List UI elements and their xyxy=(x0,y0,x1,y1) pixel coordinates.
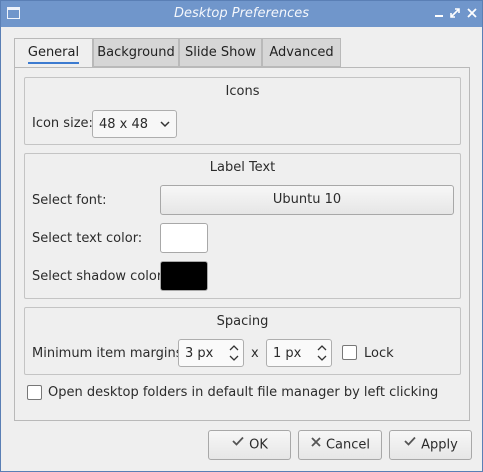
tab-advanced[interactable]: Advanced xyxy=(262,38,341,67)
spacing-group-title: Spacing xyxy=(216,314,269,329)
window-title: Desktop Preferences xyxy=(173,6,309,21)
tab-general[interactable]: General xyxy=(14,38,93,69)
general-tab-panel: Icons Icon size: 48 x 48 Label Text Sele… xyxy=(14,67,470,421)
icons-group: Icons Icon size: 48 x 48 xyxy=(24,77,461,145)
cancel-x-icon xyxy=(310,431,322,459)
icons-group-title: Icons xyxy=(225,84,260,99)
ok-button[interactable]: OK xyxy=(208,430,291,460)
margin-y-value: 1 px xyxy=(273,346,302,361)
select-shadow-color-label: Select shadow color: xyxy=(32,269,167,284)
ok-label: OK xyxy=(249,437,268,453)
spin-arrows-icon[interactable] xyxy=(315,342,329,368)
apply-label: Apply xyxy=(421,437,458,453)
lock-label: Lock xyxy=(364,346,394,361)
spacing-group: Spacing Minimum item margins: 3 px x 1 p… xyxy=(24,307,461,375)
select-font-label: Select font: xyxy=(32,193,107,208)
text-color-button[interactable] xyxy=(160,223,208,253)
cancel-button[interactable]: Cancel xyxy=(298,430,382,460)
margin-x-spinbox[interactable]: 3 px xyxy=(178,339,244,367)
lock-checkbox[interactable] xyxy=(342,345,357,360)
restore-icon[interactable] xyxy=(447,5,463,21)
tab-advanced-label: Advanced xyxy=(269,45,334,60)
open-folders-checkbox[interactable] xyxy=(27,385,42,400)
margin-x-value: 3 px xyxy=(185,346,214,361)
spin-arrows-icon[interactable] xyxy=(227,342,241,368)
checkmark-icon xyxy=(403,431,417,459)
tab-slide-show[interactable]: Slide Show xyxy=(179,38,262,67)
desktop-preferences-window: Desktop Preferences General Background S… xyxy=(0,0,483,472)
apply-button[interactable]: Apply xyxy=(389,430,472,460)
checkmark-icon xyxy=(231,431,245,459)
title-bar[interactable]: Desktop Preferences xyxy=(1,1,482,27)
tab-slide-show-label: Slide Show xyxy=(185,45,256,60)
open-folders-label: Open desktop folders in default file man… xyxy=(48,385,439,400)
label-text-group: Label Text Select font: Ubuntu 10 Select… xyxy=(24,153,461,299)
margin-separator: x xyxy=(251,346,259,361)
cancel-label: Cancel xyxy=(325,437,371,453)
select-font-button[interactable]: Ubuntu 10 xyxy=(160,185,454,215)
font-value: Ubuntu 10 xyxy=(272,192,342,207)
icon-size-select[interactable]: 48 x 48 xyxy=(92,110,177,138)
label-text-group-title: Label Text xyxy=(209,160,276,175)
tab-background[interactable]: Background xyxy=(93,38,179,67)
minimize-icon[interactable] xyxy=(431,5,447,21)
minimum-item-margins-label: Minimum item margins: xyxy=(32,346,187,361)
close-icon[interactable] xyxy=(464,5,480,21)
select-text-color-label: Select text color: xyxy=(32,231,143,246)
icon-size-value: 48 x 48 xyxy=(99,117,149,132)
shadow-color-button[interactable] xyxy=(160,261,208,291)
icon-size-label: Icon size: xyxy=(32,116,93,131)
margin-y-spinbox[interactable]: 1 px xyxy=(266,339,332,367)
tab-general-label: General xyxy=(27,45,80,64)
chevron-down-icon xyxy=(159,117,171,135)
tab-background-label: Background xyxy=(97,45,175,60)
